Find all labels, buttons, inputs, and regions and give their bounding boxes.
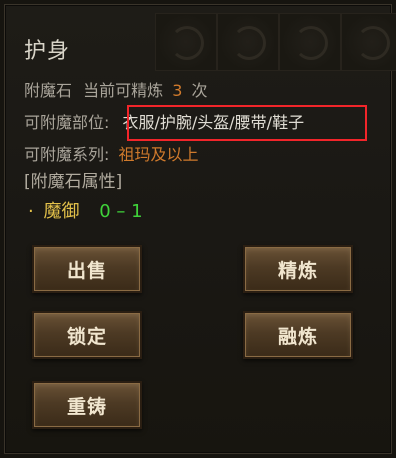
equipment-slot xyxy=(217,13,279,71)
equipment-slot xyxy=(155,13,217,71)
enchant-stone-label: 附魔石 xyxy=(24,81,73,100)
lock-button[interactable]: 锁定 xyxy=(32,311,142,359)
slot-ring-icon xyxy=(232,26,266,60)
attribute-header: [附魔石属性] xyxy=(24,172,123,192)
refine-label: 当前可精炼 xyxy=(83,81,164,100)
item-tooltip-panel: 护身 附魔石 当前可精炼 3 次 可附魔部位: 衣服/护腕/头盔/腰带/鞋子 可… xyxy=(4,4,396,454)
enchant-slots-label: 可附魔部位: xyxy=(24,113,110,132)
slot-ring-icon xyxy=(170,26,204,60)
enchant-series-line: 可附魔系列: 祖玛及以上 xyxy=(24,141,199,165)
equipment-slot xyxy=(279,13,341,71)
attribute-line: · 魔御 0 – 1 xyxy=(24,197,143,223)
enchant-series-value: 祖玛及以上 xyxy=(118,145,199,164)
sell-button[interactable]: 出售 xyxy=(32,245,142,293)
background-equipment-slots xyxy=(155,13,396,85)
attribute-name: 魔御 xyxy=(43,201,80,222)
item-title: 护身 xyxy=(24,39,71,64)
equipment-slot xyxy=(341,13,396,71)
enchant-series-label: 可附魔系列: xyxy=(24,145,110,164)
attribute-value: 0 – 1 xyxy=(99,201,143,222)
refine-count: 3 xyxy=(172,81,183,100)
attribute-bullet: · xyxy=(28,201,34,222)
highlight-box xyxy=(127,105,367,141)
fuse-button[interactable]: 融炼 xyxy=(243,311,353,359)
refine-unit: 次 xyxy=(191,81,208,100)
refine-button[interactable]: 精炼 xyxy=(243,245,353,293)
enchant-stone-line: 附魔石 当前可精炼 3 次 xyxy=(24,77,208,101)
slot-ring-icon xyxy=(356,26,390,60)
recast-button[interactable]: 重铸 xyxy=(32,381,142,429)
slot-ring-icon xyxy=(294,26,328,60)
